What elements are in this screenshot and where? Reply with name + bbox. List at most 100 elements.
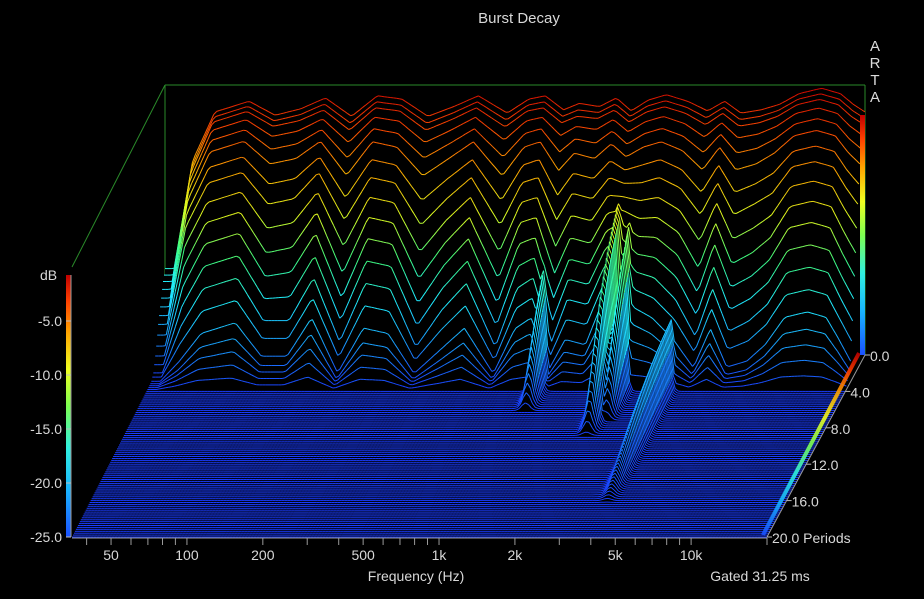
decay-trace-segment — [726, 377, 730, 379]
decay-trace-segment — [796, 122, 801, 124]
decay-trace-segment — [789, 314, 793, 317]
decay-trace-segment — [386, 130, 390, 133]
decay-trace-segment — [282, 272, 287, 274]
decay-trace-segment — [755, 133, 759, 136]
decay-trace-segment — [387, 221, 391, 223]
decay-trace-segment — [282, 199, 287, 202]
decay-trace-segment — [794, 269, 799, 272]
decay-trace-segment — [795, 134, 800, 136]
decay-trace-segment — [207, 355, 211, 358]
decay-trace-segment — [743, 111, 747, 114]
decay-trace-segment — [589, 219, 593, 221]
decay-trace-segment — [587, 241, 592, 244]
decay-trace-segment — [363, 342, 367, 344]
decay-trace-segment — [287, 222, 292, 225]
decay-trace-segment — [379, 198, 383, 201]
decay-trace-segment — [381, 117, 385, 120]
decay-trace-segment — [399, 98, 403, 100]
decay-trace-segment — [631, 198, 635, 200]
decay-trace-segment — [388, 200, 392, 203]
decay-trace-segment — [535, 102, 539, 105]
decay-trace-segment — [802, 163, 807, 165]
decay-trace-segment — [568, 259, 572, 261]
decay-trace-segment — [640, 199, 644, 201]
decay-trace-segment — [277, 249, 281, 251]
decay-trace-segment — [739, 370, 744, 372]
decay-trace-segment — [809, 329, 814, 332]
decay-trace-segment — [285, 145, 289, 147]
decay-trace-segment — [820, 361, 824, 364]
decay-trace-segment — [372, 141, 377, 144]
decay-trace-segment — [797, 203, 802, 206]
decay-trace-segment — [270, 274, 274, 276]
decay-trace-segment — [156, 388, 160, 390]
decay-trace-segment — [291, 143, 296, 146]
decay-trace-segment — [295, 108, 300, 111]
decay-trace-segment — [736, 370, 741, 373]
decay-trace-segment — [646, 255, 650, 258]
decay-trace-segment — [282, 117, 286, 120]
decay-trace-segment — [722, 381, 726, 384]
decay-trace-segment — [741, 124, 745, 127]
decay-trace-segment — [379, 142, 383, 145]
decay-trace-segment — [277, 181, 281, 183]
decay-trace-segment — [381, 345, 385, 348]
decay-trace-segment — [787, 293, 791, 295]
decay-trace-segment — [581, 103, 586, 105]
decay-trace-segment — [815, 331, 820, 333]
decay-trace-segment — [537, 141, 541, 144]
decay-trace-segment — [801, 182, 806, 185]
decay-trace-segment — [594, 105, 598, 107]
decay-trace-segment — [278, 161, 282, 163]
decay-trace-segment — [809, 95, 813, 97]
decay-trace-segment — [279, 200, 283, 203]
decay-trace-segment — [379, 263, 383, 265]
decay-trace-segment — [375, 285, 379, 287]
decay-trace-segment — [807, 90, 811, 93]
decay-trace-segment — [748, 117, 752, 119]
decay-trace-segment — [531, 257, 535, 260]
decay-trace-segment — [275, 161, 279, 164]
decay-trace-segment — [270, 202, 274, 205]
decay-trace-segment — [267, 275, 271, 277]
decay-trace-segment — [375, 142, 380, 144]
decay-trace-segment — [369, 283, 373, 286]
decay-trace-segment — [526, 348, 530, 350]
decay-trace-segment — [284, 122, 288, 125]
decay-trace-segment — [567, 279, 571, 281]
decay-trace-segment — [752, 383, 756, 385]
decay-trace-segment — [533, 118, 537, 120]
decay-trace-segment — [281, 123, 285, 125]
decay-trace-segment — [804, 131, 809, 134]
decay-trace-segment — [264, 275, 268, 277]
decay-trace-segment — [793, 291, 798, 294]
frame-diagonal-edge — [71, 84, 166, 268]
decay-trace-segment — [289, 131, 293, 134]
decay-trace-segment — [380, 179, 384, 181]
decay-trace-segment — [741, 374, 746, 377]
decay-trace-segment — [785, 332, 789, 334]
decay-trace-segment — [283, 132, 287, 135]
decay-trace-segment — [813, 89, 817, 91]
decay-trace-segment — [807, 131, 812, 133]
decay-trace-segment — [804, 101, 809, 104]
decay-trace-segment — [533, 97, 537, 99]
decay-trace-segment — [798, 133, 803, 136]
decay-trace-segment — [386, 180, 390, 183]
decay-trace-segment — [580, 139, 585, 142]
decay-trace-segment — [578, 354, 583, 357]
decay-trace-segment — [448, 380, 452, 382]
decay-trace-segment — [378, 345, 382, 347]
decay-trace-segment — [729, 376, 734, 379]
decay-trace-segment — [290, 158, 295, 161]
decay-trace-segment — [375, 344, 379, 347]
decay-trace-segment — [273, 274, 277, 276]
decay-trace-segment — [796, 164, 801, 167]
decay-trace-segment — [536, 96, 540, 99]
decay-trace-segment — [376, 330, 380, 333]
decay-trace-segment — [281, 377, 286, 379]
decay-trace-segment — [798, 246, 803, 248]
decay-trace-segment — [420, 385, 425, 387]
decay-trace-segment — [752, 134, 756, 136]
decay-trace-segment — [811, 345, 816, 347]
